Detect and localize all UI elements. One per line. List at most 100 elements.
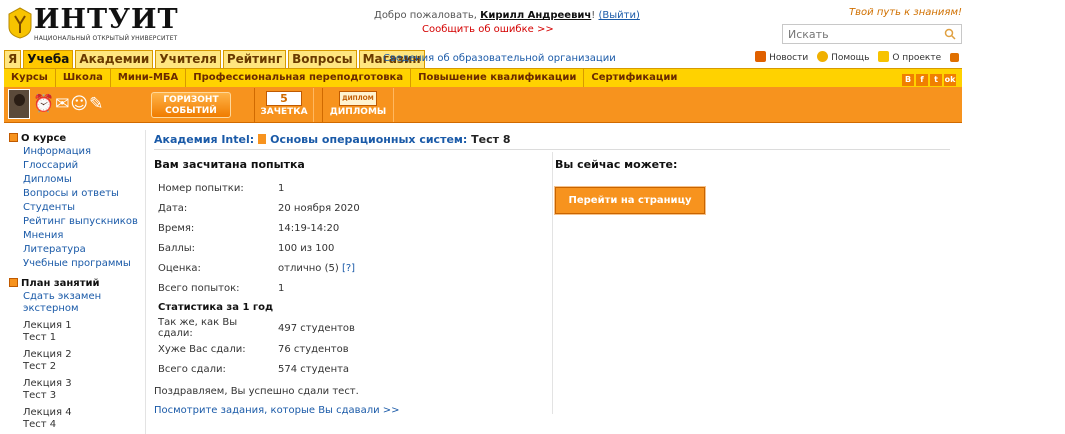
tab-voprosy[interactable]: Вопросы: [288, 50, 357, 68]
tab-uchitelya[interactable]: Учителя: [155, 50, 221, 68]
avatar[interactable]: [8, 89, 30, 119]
row-key: Дата:: [158, 202, 188, 214]
tab-reiting[interactable]: Рейтинг: [222, 50, 287, 68]
org-info-link[interactable]: Сведения об образовательной организации: [383, 53, 616, 64]
about-course-heading[interactable]: О курсе: [9, 133, 144, 144]
subnav-perepodgotovka[interactable]: Профессиональная переподготовка: [186, 69, 412, 87]
sidebar-link-glossary[interactable]: Глоссарий: [9, 159, 144, 173]
top-links: Новости Помощь О проекте: [749, 51, 962, 63]
welcome-bang: !: [591, 10, 596, 21]
breadcrumb: Академия Intel: Основы операционных систе…: [154, 133, 511, 146]
sitemap-icon[interactable]: [950, 53, 962, 63]
mail-icon[interactable]: ✉: [55, 94, 70, 114]
plan-item-line: экстерном: [23, 303, 79, 314]
breadcrumb-course[interactable]: Основы операционных систем:: [270, 133, 467, 146]
sidebar-link-opinions[interactable]: Мнения: [9, 229, 144, 243]
grade-value: отлично (5): [278, 262, 339, 274]
table-row: Баллы: 100 из 100: [154, 238, 360, 258]
plan-item-line: Тест 4: [23, 419, 57, 430]
horizon-events-button[interactable]: ГОРИЗОНТ СОБЫТИЙ: [151, 92, 231, 118]
row-value: 100 из 100: [278, 242, 335, 254]
lesson-plan-title: План занятий: [21, 278, 100, 289]
about-link[interactable]: О проекте: [878, 51, 941, 63]
collapse-icon[interactable]: [9, 278, 18, 287]
sidebar-link-diplomas[interactable]: Дипломы: [9, 173, 144, 187]
plan-item-lecture-1[interactable]: Лекция 1 Тест 1: [9, 320, 144, 344]
sidebar-link-programs[interactable]: Учебные программы: [9, 257, 144, 271]
table-row: Всего попыток: 1: [154, 278, 360, 298]
stats-title: Статистика за 1 год: [158, 302, 274, 313]
lesson-plan-heading[interactable]: План занятий: [9, 278, 144, 289]
horizon-line2: СОБЫТИЙ: [165, 106, 217, 116]
sidebar-link-graduates-rating[interactable]: Рейтинг выпускников: [9, 215, 144, 229]
help-icon: [817, 51, 829, 62]
diplomy-label: ДИПЛОМЫ: [329, 107, 387, 117]
row-value: отлично (5) [?]: [274, 258, 360, 278]
zachetka-icon: 5: [266, 91, 302, 106]
help-link[interactable]: Помощь: [817, 51, 869, 63]
plan-item-lecture-4[interactable]: Лекция 4 Тест 4: [9, 407, 144, 431]
sidebar-link-qa[interactable]: Вопросы и ответы: [9, 187, 144, 201]
info-icon: [878, 51, 890, 62]
vk-icon[interactable]: В: [902, 74, 914, 86]
sidebar-divider: [145, 130, 146, 434]
logo-emblem-icon: [8, 7, 32, 39]
user-name-link[interactable]: Кирилл Андреевич: [480, 10, 591, 21]
odnoklassniki-icon[interactable]: ok: [944, 74, 956, 86]
search-input[interactable]: [783, 25, 933, 43]
row-key: Так же, как Вы сдали:: [158, 317, 238, 339]
table-row: Дата: 20 ноября 2020: [154, 198, 360, 218]
subnav-kursy[interactable]: Курсы: [4, 69, 56, 87]
news-link[interactable]: Новости: [755, 51, 808, 63]
tab-ucheba[interactable]: Учеба: [23, 50, 74, 68]
report-error-link[interactable]: Сообщить об ошибке >>: [422, 24, 554, 35]
friends-icon[interactable]: ☺: [70, 94, 89, 114]
clock-icon[interactable]: ⏰: [33, 94, 55, 114]
review-tasks-link[interactable]: Посмотрите задания, которые Вы сдавали >…: [154, 405, 552, 416]
plan-item-lecture-3[interactable]: Лекция 3 Тест 3: [9, 378, 144, 402]
facebook-icon[interactable]: f: [916, 74, 928, 86]
logout-link[interactable]: (Выйти): [598, 10, 639, 21]
logo[interactable]: ИНТУИТ НАЦИОНАЛЬНЫЙ ОТКРЫТЫЙ УНИВЕРСИТЕТ: [6, 4, 181, 47]
tab-ya[interactable]: Я: [4, 50, 22, 68]
sidebar-link-info[interactable]: Информация: [9, 145, 144, 159]
welcome-text: Добро пожаловать, Кирилл Андреевич! (Вый…: [374, 10, 640, 21]
actions-title: Вы сейчас можете:: [555, 158, 678, 171]
plan-item-line: Сдать экзамен: [23, 291, 102, 302]
twitter-icon[interactable]: t: [930, 74, 942, 86]
tab-akademii[interactable]: Академии: [75, 50, 154, 68]
plan-item-lecture-2[interactable]: Лекция 2 Тест 2: [9, 349, 144, 373]
row-value: 497 студентов: [278, 322, 355, 334]
sidebar-link-extern-exam[interactable]: Сдать экзамен экстерном: [9, 291, 144, 315]
sidebar-link-students[interactable]: Студенты: [9, 201, 144, 215]
subnav-shkola[interactable]: Школа: [56, 69, 111, 87]
grade-help-link[interactable]: [?]: [342, 263, 355, 274]
edit-icon[interactable]: ✎: [89, 94, 104, 114]
go-to-course-button[interactable]: Перейти на страницу курса: [554, 186, 706, 231]
table-row: Время: 14:19-14:20: [154, 218, 360, 238]
book-icon: [258, 134, 267, 144]
table-row: Так же, как Вы сдали: 497 студентов: [154, 317, 355, 339]
logo-name: ИНТУИТ: [34, 4, 179, 35]
sub-navigation: Курсы Школа Мини-МБА Профессиональная переп…: [4, 68, 962, 87]
sidebar-link-literature[interactable]: Литература: [9, 243, 144, 257]
subnav-mini-mba[interactable]: Мини-МБА: [111, 69, 187, 87]
row-value: 1: [278, 282, 285, 294]
subnav-povyshenie[interactable]: Повышение квалификации: [411, 69, 585, 87]
main-tabs: Я Учеба Академии Учителя Рейтинг Вопросы Магаз…: [4, 50, 427, 68]
user-toolbar: ⏰✉☺✎ ГОРИЗОНТ СОБЫТИЙ 5 ЗАЧЕТКА ДИПЛОМ Д…: [4, 87, 962, 123]
diplomy-button[interactable]: ДИПЛОМ ДИПЛОМЫ: [322, 88, 394, 122]
zachetka-button[interactable]: 5 ЗАЧЕТКА: [254, 88, 314, 122]
content-divider: [552, 152, 553, 414]
breadcrumb-academy[interactable]: Академия Intel:: [154, 133, 254, 146]
collapse-icon[interactable]: [9, 133, 18, 142]
row-key: Время:: [158, 222, 195, 234]
row-value: 1: [278, 182, 285, 194]
plan-item-line: Лекция 1: [23, 320, 72, 331]
breadcrumb-divider: [154, 149, 950, 150]
table-row: Номер попытки: 1: [154, 178, 360, 198]
diploma-icon: ДИПЛОМ: [339, 91, 377, 106]
search-icon[interactable]: [944, 28, 956, 40]
subnav-sertifikacii[interactable]: Сертификации: [584, 69, 684, 87]
zachetka-label: ЗАЧЕТКА: [260, 107, 308, 117]
